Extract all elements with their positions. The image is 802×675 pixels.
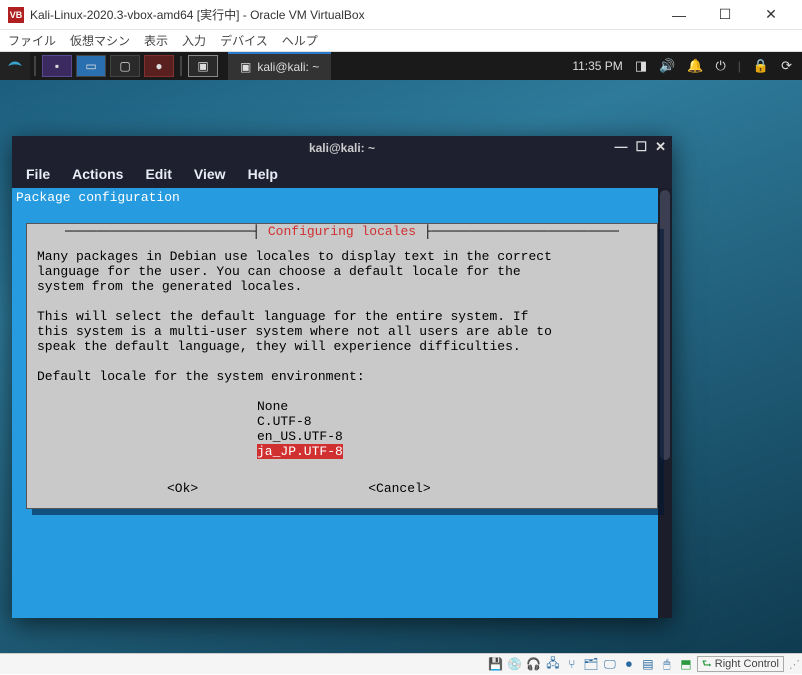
sb-shared-folders-icon[interactable]: 🗂 <box>583 656 599 672</box>
active-window-tab[interactable]: ▣ kali@kali: ~ <box>228 52 331 80</box>
terminal-menu-file[interactable]: File <box>26 166 50 182</box>
locale-option[interactable]: None <box>257 399 288 414</box>
scrollbar-thumb[interactable] <box>660 190 670 460</box>
terminal-title: kali@kali: ~ <box>309 141 375 155</box>
terminal-menu-help[interactable]: Help <box>248 166 278 182</box>
virtualbox-icon: VB <box>8 7 24 23</box>
ncurses-dialog: ────────────────────────┤ Configuring lo… <box>26 223 658 509</box>
terminal-titlebar[interactable]: kali@kali: ~ — ☐ ✕ <box>12 136 672 160</box>
dialog-buttons: <Ok> <Cancel> <box>37 481 647 496</box>
dialog-body-1: Many packages in Debian use locales to d… <box>37 249 647 294</box>
system-tray: 11:35 PM ◨ 🔊 🔔 ⏻ | 🔒 ⟳ <box>572 58 792 74</box>
sb-usb-icon[interactable]: ⑂ <box>564 656 580 672</box>
terminal-shortcut[interactable]: ▢ <box>110 55 140 77</box>
clock[interactable]: 11:35 PM <box>572 59 622 73</box>
locale-option[interactable]: ja_JP.UTF-8 <box>257 444 343 459</box>
sb-recording-icon[interactable]: ⏺ <box>621 656 637 672</box>
sb-display-icon[interactable]: 🖵 <box>602 656 618 672</box>
refresh-icon[interactable]: ⟳ <box>781 58 792 74</box>
locale-option[interactable]: en_US.UTF-8 <box>257 429 343 444</box>
terminal-icon: ▣ <box>240 60 251 74</box>
vb-menu-machine[interactable]: 仮想マシン <box>70 32 130 49</box>
network-icon[interactable]: ◨ <box>635 58 647 74</box>
virtualbox-menubar: ファイル 仮想マシン 表示 入力 デバイス ヘルプ <box>0 30 802 52</box>
workspace-button[interactable]: ▪ <box>42 55 72 77</box>
resize-grip-icon[interactable]: ⋰ <box>789 658 798 671</box>
host-key-label: Right Control <box>715 658 779 670</box>
terminal-menu-edit[interactable]: Edit <box>145 166 171 182</box>
active-window-title: kali@kali: ~ <box>257 60 319 74</box>
terminal-task-button[interactable]: ▣ <box>188 55 218 77</box>
sb-clipboard-icon[interactable]: ⬒ <box>678 656 694 672</box>
terminal-menu-actions[interactable]: Actions <box>72 166 123 182</box>
host-key-arrow-icon: ⮑ <box>702 655 712 674</box>
minimize-button[interactable]: — <box>656 0 702 30</box>
dialog-prompt: Default locale for the system environmen… <box>37 369 647 384</box>
cancel-button[interactable]: <Cancel> <box>368 481 430 496</box>
sb-network-icon[interactable]: 🖧 <box>545 656 561 672</box>
dialog-title: Configuring locales <box>260 224 424 239</box>
sb-audio-icon[interactable]: 🎧 <box>526 656 542 672</box>
kali-taskbar: ▪ ▭ ▢ ● ▣ ▣ kali@kali: ~ 11:35 PM ◨ 🔊 🔔 … <box>0 52 802 80</box>
vb-menu-view[interactable]: 表示 <box>144 32 168 49</box>
package-configuration-label: Package configuration <box>12 190 672 205</box>
sb-mouse-icon[interactable]: 🖱 <box>659 656 675 672</box>
recorder-button[interactable]: ● <box>144 55 174 77</box>
vb-menu-file[interactable]: ファイル <box>8 32 56 49</box>
host-key-indicator[interactable]: ⮑ Right Control <box>697 656 784 672</box>
virtualbox-titlebar: VB Kali-Linux-2020.3-vbox-amd64 [実行中] - … <box>0 0 802 30</box>
power-icon[interactable]: ⏻ <box>715 58 725 74</box>
terminal-body[interactable]: Package configuration ──────────────────… <box>12 188 672 618</box>
vb-menu-devices[interactable]: デバイス <box>220 32 268 49</box>
terminal-scrollbar[interactable] <box>658 188 672 618</box>
terminal-window: kali@kali: ~ — ☐ ✕ File Actions Edit Vie… <box>12 136 672 618</box>
maximize-button[interactable]: ☐ <box>702 0 748 30</box>
vb-menu-input[interactable]: 入力 <box>182 32 206 49</box>
sb-disk-icon[interactable]: 💾 <box>488 656 504 672</box>
volume-icon[interactable]: 🔊 <box>659 58 675 74</box>
virtualbox-window-title: Kali-Linux-2020.3-vbox-amd64 [実行中] - Ora… <box>30 6 656 23</box>
terminal-menu-view[interactable]: View <box>194 166 226 182</box>
terminal-minimize-button[interactable]: — <box>614 139 627 155</box>
quick-launch: ▪ ▭ ▢ ● ▣ <box>40 52 220 80</box>
dialog-body-2: This will select the default language fo… <box>37 309 647 354</box>
vb-menu-help[interactable]: ヘルプ <box>282 32 318 49</box>
files-button[interactable]: ▭ <box>76 55 106 77</box>
kali-menu-icon[interactable] <box>0 52 30 80</box>
close-button[interactable]: ✕ <box>748 0 794 30</box>
terminal-maximize-button[interactable]: ☐ <box>635 139 647 155</box>
ok-button[interactable]: <Ok> <box>167 481 198 496</box>
locale-options-list[interactable]: NoneC.UTF-8en_US.UTF-8ja_JP.UTF-8 <box>257 399 647 459</box>
notifications-icon[interactable]: 🔔 <box>687 58 703 74</box>
guest-display: ▪ ▭ ▢ ● ▣ ▣ kali@kali: ~ 11:35 PM ◨ 🔊 🔔 … <box>0 52 802 653</box>
sb-optical-icon[interactable]: 💿 <box>507 656 523 672</box>
terminal-menubar: File Actions Edit View Help <box>12 160 672 188</box>
virtualbox-statusbar: 💾 💿 🎧 🖧 ⑂ 🗂 🖵 ⏺ ▤ 🖱 ⬒ ⮑ Right Control ⋰ <box>0 653 802 674</box>
dialog-title-row: ────────────────────────┤ Configuring lo… <box>37 224 647 239</box>
sb-cpu-icon[interactable]: ▤ <box>640 656 656 672</box>
locale-option[interactable]: C.UTF-8 <box>257 414 312 429</box>
lock-icon[interactable]: 🔒 <box>753 58 769 74</box>
terminal-close-button[interactable]: ✕ <box>655 139 666 155</box>
